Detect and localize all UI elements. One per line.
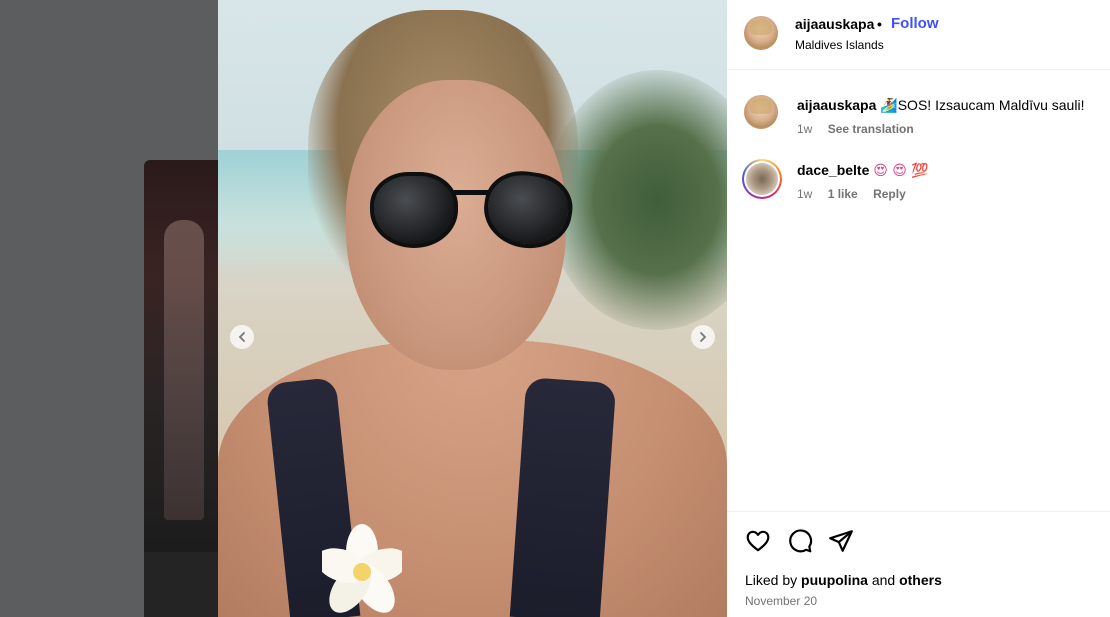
comment-time[interactable]: 1w — [797, 187, 812, 201]
liked-by-prefix: Liked by — [745, 572, 798, 588]
photo-strap-right — [509, 377, 617, 617]
chevron-right-icon — [700, 332, 707, 342]
author-avatar[interactable] — [744, 16, 778, 50]
post-location[interactable]: Maldives Islands — [795, 38, 884, 52]
commenter-avatar-image — [746, 163, 778, 195]
paper-plane-icon[interactable] — [828, 528, 854, 554]
post-header: aijaauskapa • Follow Maldives Islands — [727, 0, 1110, 70]
sunglasses-bridge — [454, 190, 488, 195]
liked-by-user[interactable]: puupolina — [801, 572, 868, 588]
comment-meta: 1w See translation — [797, 122, 926, 136]
commenter-avatar[interactable] — [744, 95, 778, 129]
heart-icon[interactable] — [745, 528, 771, 554]
reply-button[interactable]: Reply — [873, 187, 906, 201]
sunglasses-lens-left — [370, 172, 458, 248]
surfer-emoji: 🏄‍♀️ — [880, 98, 898, 114]
see-translation-button[interactable]: See translation — [828, 122, 914, 136]
previous-post-preview[interactable] — [144, 160, 218, 552]
liked-by-others-link[interactable]: others — [899, 572, 942, 588]
carousel-next-button[interactable] — [691, 325, 715, 349]
follow-button[interactable]: Follow — [891, 15, 939, 32]
comment-likes-count[interactable]: 1 like — [828, 187, 858, 201]
comment-text-line: dace_belte 😍 😍 💯 — [797, 162, 929, 179]
comment-meta: 1w 1 like Reply — [797, 187, 918, 201]
comment-time[interactable]: 1w — [797, 122, 812, 136]
commenter-username[interactable]: dace_belte — [797, 162, 869, 178]
comment-bubble-icon[interactable] — [787, 528, 813, 554]
comment-text: SOS! Izsaucam Maldīvu sauli! — [897, 97, 1085, 113]
chevron-left-icon — [238, 332, 245, 342]
post-sidebar: aijaauskapa • Follow Maldives Islands ai… — [727, 0, 1110, 617]
comment-emojis: 😍 😍 💯 — [873, 163, 929, 179]
previous-post-preview-footer — [144, 552, 218, 617]
liked-by-line: Liked by puupolina and others — [745, 572, 942, 588]
post-date[interactable]: November 20 — [745, 594, 817, 608]
post-photo — [218, 0, 727, 617]
plumeria-flower — [322, 524, 402, 613]
separator-dot: • — [877, 16, 882, 32]
story-ring-avatar[interactable] — [742, 159, 782, 199]
carousel-prev-button[interactable] — [230, 325, 254, 349]
post-actions: Liked by puupolina and others November 2… — [727, 511, 1110, 617]
author-username[interactable]: aijaauskapa — [795, 16, 874, 32]
commenter-username[interactable]: aijaauskapa — [797, 97, 876, 113]
liked-by-and: and — [871, 572, 896, 588]
comment-text-line: aijaauskapa 🏄‍♀️SOS! Izsaucam Maldīvu sa… — [797, 97, 1084, 114]
